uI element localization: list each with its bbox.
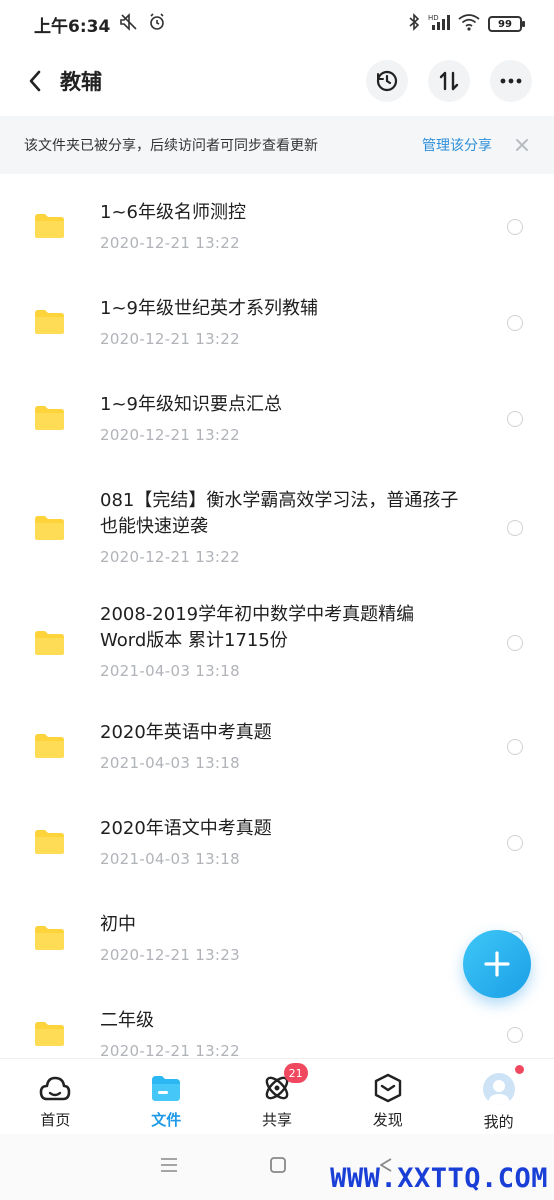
add-button[interactable] (463, 930, 531, 998)
nav-label: 发现 (372, 1111, 403, 1129)
cloud-home-icon (40, 1076, 71, 1101)
select-radio[interactable] (507, 219, 523, 235)
folder-icon (35, 734, 64, 758)
list-item[interactable]: 1~9年级世纪英才系列教辅 2020-12-21 13:22 (0, 270, 554, 366)
sort-icon (439, 71, 459, 91)
nav-label: 我的 (483, 1113, 514, 1131)
share-count-badge: 21 (283, 1063, 308, 1083)
file-date: 2020-12-21 13:22 (100, 548, 240, 566)
alarm-icon (148, 13, 166, 35)
file-name: 二年级 (100, 1010, 154, 1031)
wifi-icon (458, 13, 480, 35)
nav-label: 首页 (40, 1111, 71, 1129)
home-square-icon[interactable] (269, 1156, 287, 1178)
watermark-text: WWW.XXTTQ.COM (330, 1163, 548, 1194)
battery-indicator: 99 (488, 16, 525, 32)
list-item[interactable]: 1~9年级知识要点汇总 2020-12-21 13:22 (0, 366, 554, 462)
more-icon (500, 78, 522, 84)
folder-icon (35, 830, 64, 854)
file-date: 2020-12-21 13:22 (100, 426, 240, 444)
plus-icon (484, 951, 510, 977)
list-item[interactable]: 2008-2019学年初中数学中考真题精编Word版本 累计1715份 2021… (0, 584, 554, 702)
avatar-icon (482, 1073, 515, 1105)
select-radio[interactable] (507, 315, 523, 331)
file-name: 1~9年级知识要点汇总 (100, 394, 282, 415)
folder-icon (35, 1022, 64, 1046)
folder-icon (35, 214, 64, 238)
select-radio[interactable] (507, 411, 523, 427)
select-radio[interactable] (507, 635, 523, 651)
folder-icon (35, 516, 64, 540)
file-name: 初中 (100, 914, 136, 935)
history-icon (376, 70, 398, 92)
file-date: 2020-12-21 13:22 (100, 1042, 240, 1058)
folder-icon (35, 926, 64, 950)
discover-box-icon (374, 1073, 401, 1103)
status-bar: 上午6:34 HD 99 (0, 0, 554, 48)
manage-share-link[interactable]: 管理该分享 (422, 135, 492, 155)
page-title: 教辅 (60, 70, 102, 94)
file-date: 2021-04-03 13:18 (100, 850, 240, 868)
select-radio[interactable] (507, 520, 523, 536)
list-item[interactable]: 二年级 2020-12-21 13:22 (0, 990, 554, 1058)
select-radio[interactable] (507, 835, 523, 851)
file-name: 2020年语文中考真题 (100, 818, 272, 839)
file-name: 1~6年级名师测控 (100, 202, 246, 223)
status-time: 上午6:34 (34, 16, 111, 37)
list-item[interactable]: 081【完结】衡水学霸高效学习法，普通孩子也能快速逆袭 2020-12-21 1… (0, 462, 554, 584)
file-date: 2020-12-21 13:23 (100, 946, 240, 964)
close-icon[interactable] (514, 137, 530, 153)
folder-icon (35, 631, 64, 655)
bluetooth-icon (408, 13, 420, 35)
bottom-nav: 首页 文件 共享 21 发现 我的 (0, 1058, 554, 1134)
nav-label: 文件 (151, 1111, 182, 1129)
menu-icon[interactable] (159, 1157, 179, 1177)
list-item[interactable]: 2020年英语中考真题 2021-04-03 13:18 (0, 702, 554, 798)
chevron-left-icon (29, 70, 41, 92)
nav-share[interactable]: 共享 21 (222, 1059, 333, 1134)
file-date: 2020-12-21 13:22 (100, 234, 240, 252)
folder-icon (35, 406, 64, 430)
file-name: 1~9年级世纪英才系列教辅 (100, 298, 318, 319)
file-name: 2020年英语中考真题 (100, 722, 272, 743)
hd-signal-icon: HD (428, 13, 450, 35)
back-button[interactable] (22, 61, 48, 101)
nav-home[interactable]: 首页 (0, 1059, 111, 1134)
nav-discover[interactable]: 发现 (332, 1059, 443, 1134)
nav-label: 共享 (261, 1111, 292, 1129)
header: 教辅 (0, 48, 554, 114)
mute-icon (120, 13, 138, 35)
nav-profile[interactable]: 我的 (443, 1059, 554, 1134)
file-list: 1~6年级名师测控 2020-12-21 13:22 1~9年级世纪英才系列教辅… (0, 174, 554, 1058)
file-name: 081【完结】衡水学霸高效学习法，普通孩子也能快速逆袭 (100, 490, 459, 537)
nav-files[interactable]: 文件 (111, 1059, 222, 1134)
select-radio[interactable] (507, 1027, 523, 1043)
sort-button[interactable] (428, 60, 470, 102)
svg-text:HD: HD (428, 14, 439, 22)
notification-dot (514, 1065, 524, 1074)
file-name: 2008-2019学年初中数学中考真题精编Word版本 累计1715份 (100, 604, 415, 651)
list-item[interactable]: 1~6年级名师测控 2020-12-21 13:22 (0, 174, 554, 270)
file-date: 2020-12-21 13:22 (100, 330, 240, 348)
select-radio[interactable] (507, 739, 523, 755)
share-banner: 该文件夹已被分享，后续访问者可同步查看更新 管理该分享 (0, 116, 554, 174)
folder-icon (35, 310, 64, 334)
history-button[interactable] (366, 60, 408, 102)
share-banner-text: 该文件夹已被分享，后续访问者可同步查看更新 (24, 138, 318, 154)
folder-icon (152, 1076, 181, 1101)
file-date: 2021-04-03 13:18 (100, 754, 240, 772)
file-date: 2021-04-03 13:18 (100, 662, 240, 680)
list-item[interactable]: 2020年语文中考真题 2021-04-03 13:18 (0, 798, 554, 894)
more-button[interactable] (490, 60, 532, 102)
